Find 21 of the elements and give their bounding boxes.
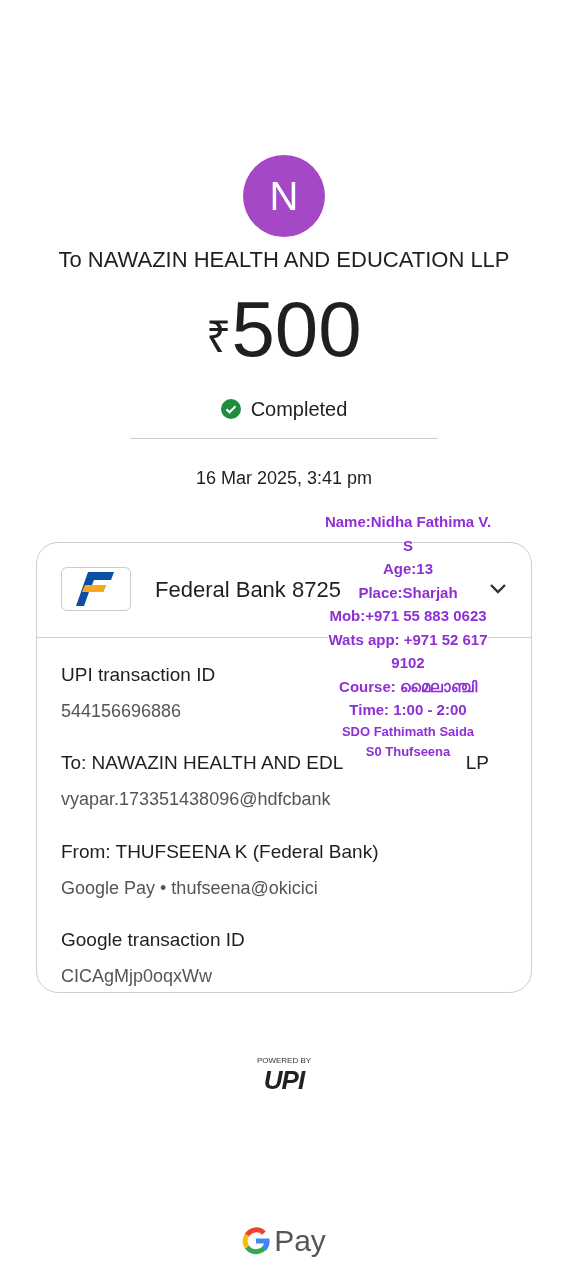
date-time: 16 Mar 2025, 3:41 pm	[194, 467, 374, 490]
detail-value: CICAgMjp0oqxWw	[61, 965, 213, 988]
currency-symbol: ₹	[206, 311, 232, 363]
upi-logo: POWERED BY UPI	[255, 1054, 313, 1093]
google-g-icon	[242, 1226, 271, 1255]
detail-value: 544156696886	[61, 700, 182, 723]
detail-value: Google Pay • thufseena@okicici	[61, 877, 318, 900]
status-label: Completed	[250, 397, 348, 422]
amount: 500	[231, 290, 362, 368]
brand-name: Pay	[274, 1223, 326, 1259]
detail-label: UPI transaction ID	[61, 664, 216, 687]
avatar: N	[243, 155, 325, 237]
detail-label: To: NAWAZIN HEALTH AND EDL	[61, 752, 344, 776]
bank-account: Federal Bank 8725	[155, 575, 341, 604]
bank-logo	[61, 567, 131, 611]
chevron-icon[interactable]	[489, 583, 507, 595]
payee-title: To NAWAZIN HEALTH AND EDUCATION LLP	[57, 246, 511, 274]
detail-value: vyapar.173351438096@hdfcbank	[61, 789, 331, 811]
detail-label: From: THUFSEENA K (Federal Bank)	[61, 840, 379, 864]
detail-label-tail: LP	[465, 752, 489, 776]
detail-label: Google transaction ID	[61, 929, 245, 952]
